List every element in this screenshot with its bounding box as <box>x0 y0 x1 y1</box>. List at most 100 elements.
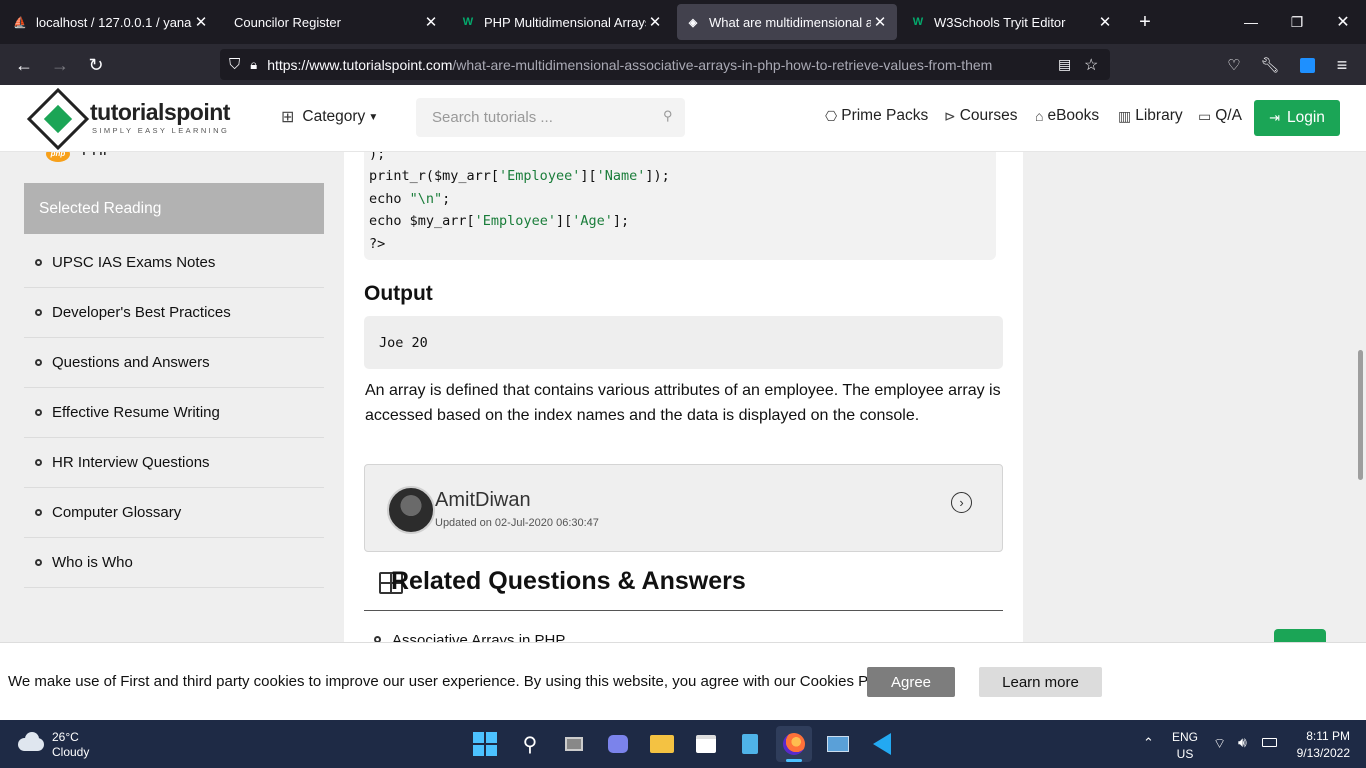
sidebar-item-hr-interview[interactable]: HR Interview Questions <box>24 438 324 488</box>
tab-label: Councilor Register <box>234 14 341 30</box>
chevron-up-icon[interactable]: ⌃ <box>1143 735 1154 751</box>
nav-label: Library <box>1135 107 1183 124</box>
login-button[interactable]: ⇥ Login <box>1254 100 1340 136</box>
tab-w3schools-tryit[interactable]: W W3Schools Tryit Editor ✕ <box>902 4 1122 40</box>
file-explorer-icon[interactable] <box>644 726 680 762</box>
code-line: echo $my_arr['Employee']['Age']; <box>369 213 630 229</box>
prime-packs-icon: ⎔ <box>825 107 838 124</box>
sidebar-item-label: Who is Who <box>52 554 133 571</box>
reader-view-icon[interactable]: ▤ <box>1058 56 1071 73</box>
shield-icon[interactable]: ⛉ <box>229 56 240 73</box>
restore-button[interactable]: ❐ <box>1274 0 1320 44</box>
battery-icon[interactable] <box>1262 738 1277 747</box>
bookmark-star-icon[interactable]: ☆ <box>1084 55 1098 75</box>
chevron-right-circle-icon[interactable]: › <box>951 492 972 513</box>
sidebar-item-computer-glossary[interactable]: Computer Glossary <box>24 488 324 538</box>
site-header: tutorialspoint SIMPLY EASY LEARNING ⊞ Ca… <box>0 85 1366 152</box>
nav-prime-packs[interactable]: ⎔ Prime Packs <box>825 107 928 125</box>
nav-bar: ← → ↻ ⛉ 🔒︎ https://www.tutorialspoint.co… <box>0 44 1366 85</box>
sidebar-item-who-is-who[interactable]: Who is Who <box>24 538 324 588</box>
reload-button[interactable]: ↻ <box>81 50 111 80</box>
page-scrollbar[interactable] <box>1358 350 1363 480</box>
sidebar-item-label: UPSC IAS Exams Notes <box>52 254 216 271</box>
sidebar-item-developer-practices[interactable]: Developer's Best Practices <box>24 288 324 338</box>
nav-library[interactable]: ▥ Library <box>1118 107 1183 125</box>
tab-phpmyadmin[interactable]: ⛵ localhost / 127.0.0.1 / yana / use ✕ <box>4 4 218 40</box>
cookie-banner: We make use of First and third party coo… <box>0 642 1366 720</box>
cloud-top-icon <box>25 732 39 746</box>
sidebar-item-label: Developer's Best Practices <box>52 304 231 321</box>
minimize-button[interactable]: — <box>1228 0 1274 44</box>
search-placeholder: Search tutorials ... <box>432 109 553 126</box>
close-icon[interactable]: ✕ <box>646 13 664 31</box>
learn-more-button[interactable]: Learn more <box>979 667 1102 697</box>
start-button[interactable] <box>467 726 503 762</box>
close-icon[interactable]: ✕ <box>1096 13 1114 31</box>
volume-icon[interactable]: 🔊︎ <box>1238 734 1247 751</box>
nav-qa[interactable]: ▭ Q/A <box>1198 107 1242 125</box>
bullet-icon <box>35 509 42 516</box>
teams-chat-icon[interactable] <box>600 726 636 762</box>
weather-desc: Cloudy <box>52 745 90 759</box>
bullet-icon <box>35 309 42 316</box>
pocket-icon[interactable]: ♡ <box>1219 50 1249 80</box>
forward-button[interactable]: → <box>45 50 75 80</box>
search-icon[interactable]: ⚲ <box>663 108 673 124</box>
back-button[interactable]: ← <box>9 50 39 80</box>
site-logo[interactable]: tutorialspoint SIMPLY EASY LEARNING <box>26 87 260 151</box>
tab-bar: ⛵ localhost / 127.0.0.1 / yana / use ✕ C… <box>0 0 1366 44</box>
language-indicator[interactable]: ENG US <box>1172 730 1198 761</box>
vscode-icon[interactable] <box>864 726 900 762</box>
author-card[interactable]: AmitDiwan Updated on 02-Jul-2020 06:30:4… <box>364 464 1003 552</box>
agree-button[interactable]: Agree <box>867 667 955 697</box>
close-window-button[interactable]: ✕ <box>1320 0 1366 44</box>
logo-text: tutorialspoint <box>90 99 230 125</box>
chat-icon: ▭ <box>1198 107 1212 124</box>
address-bar[interactable]: ⛉ 🔒︎ https://www.tutorialspoint.com/what… <box>220 49 1110 80</box>
sidebar-item-resume-writing[interactable]: Effective Resume Writing <box>24 388 324 438</box>
sidebar-item-label: Computer Glossary <box>52 504 182 521</box>
close-icon[interactable]: ✕ <box>871 13 889 31</box>
category-menu[interactable]: ⊞ Category ▼ <box>281 107 378 127</box>
tab-label: What are multidimensional asso <box>709 14 871 30</box>
nav-courses[interactable]: ⊳ Courses <box>944 107 1017 125</box>
nav-label: eBooks <box>1047 107 1100 124</box>
author-name[interactable]: AmitDiwan <box>435 489 531 512</box>
firefox-icon[interactable] <box>776 726 812 762</box>
lock-icon[interactable]: 🔒︎ <box>250 57 257 73</box>
output-value: Joe 20 <box>379 334 428 351</box>
search-input[interactable]: Search tutorials ... ⚲ <box>416 98 685 137</box>
search-taskbar-icon[interactable]: ⚲ <box>512 726 548 762</box>
library-icon: ▥ <box>1118 107 1132 124</box>
nav-ebooks[interactable]: ⌂ eBooks <box>1035 107 1099 125</box>
avatar[interactable] <box>387 486 435 534</box>
sidebar-item-label: Questions and Answers <box>52 354 210 371</box>
store-icon[interactable] <box>688 726 724 762</box>
weather-widget[interactable]: 26°C Cloudy <box>16 728 116 762</box>
tab-councilor-register[interactable]: Councilor Register ✕ <box>226 4 448 40</box>
sidebar-item-upsc[interactable]: UPSC IAS Exams Notes <box>24 238 324 288</box>
task-view-icon[interactable] <box>556 726 592 762</box>
web-page: tutorialspoint SIMPLY EASY LEARNING ⊞ Ca… <box>0 85 1366 720</box>
clock[interactable]: 8:11 PM 9/13/2022 <box>1288 729 1350 760</box>
wifi-icon[interactable]: ⌔ <box>1213 735 1226 753</box>
new-tab-button[interactable]: + <box>1122 0 1168 44</box>
close-icon[interactable]: ✕ <box>422 13 440 31</box>
weather-temp: 26°C <box>52 730 79 744</box>
tab-php-multidimensional[interactable]: W PHP Multidimensional Arrays ✕ <box>452 4 672 40</box>
wrench-icon[interactable]: 🔧︎ <box>1255 50 1285 80</box>
ebook-icon: ⌂ <box>1035 108 1044 124</box>
code-line: echo "\n"; <box>369 191 451 207</box>
author-updated: Updated on 02-Jul-2020 06:30:47 <box>435 517 599 529</box>
notepad-icon[interactable] <box>732 726 768 762</box>
tab-current-article[interactable]: ◈ What are multidimensional asso ✕ <box>677 4 897 40</box>
sidebar-item-questions-answers[interactable]: Questions and Answers <box>24 338 324 388</box>
divider <box>364 610 1003 611</box>
photos-icon[interactable] <box>820 726 856 762</box>
tutorialspoint-icon: ◈ <box>688 16 698 29</box>
menu-icon[interactable]: ≡ <box>1327 50 1357 80</box>
selected-reading-heading: Selected Reading <box>24 183 324 234</box>
logo-tagline: SIMPLY EASY LEARNING <box>92 126 230 135</box>
extension-icon[interactable] <box>1292 50 1322 80</box>
close-icon[interactable]: ✕ <box>192 13 210 31</box>
